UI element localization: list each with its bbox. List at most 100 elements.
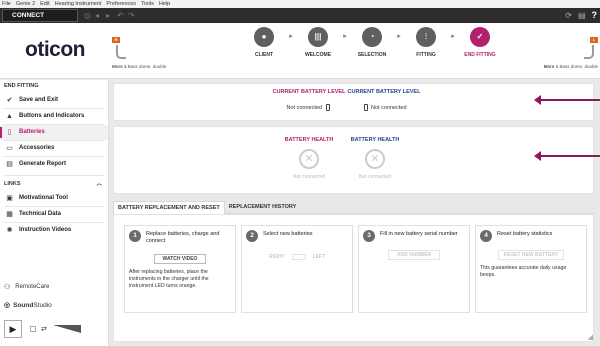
left-battery-health: BATTERY HEALTH ✕ Not connected <box>340 137 410 180</box>
sidebar-link-technical[interactable]: ▦ Technical Data <box>0 207 108 222</box>
right-device-model: More 1 <box>112 64 127 69</box>
soundstudio-rest: Studio <box>33 301 52 309</box>
battery-icon <box>325 104 330 111</box>
sidebar-item-save-exit[interactable]: ✔ Save and Exit <box>0 93 108 108</box>
workflow-label: WELCOME <box>304 52 332 58</box>
connect-button[interactable]: CONNECT <box>2 9 78 22</box>
sidebar-item-buttons[interactable]: ▲ Buttons and Indicators <box>0 109 108 124</box>
left-badge: L <box>590 37 598 43</box>
replacement-body: 1 Replace batteries, charge and connect … <box>113 214 594 342</box>
workflow-label: SELECTION <box>357 52 387 58</box>
workflow-end-fitting[interactable]: ✓ END FITTING <box>456 27 504 58</box>
workflow-selection[interactable]: ◔ SELECTION <box>348 27 396 58</box>
sidebar-item-batteries[interactable]: ▯ Batteries <box>0 125 108 140</box>
sidebar-item-label: Generate Report <box>19 161 67 167</box>
right-device-label: More 1 Bass dome, double <box>112 64 166 69</box>
step-title: Replace batteries, charge and connect <box>146 231 220 245</box>
undo-icon[interactable]: ↶ <box>117 10 128 21</box>
sidebar-item-label: Buttons and Indicators <box>19 113 85 119</box>
welcome-icon: ||| <box>308 27 328 47</box>
right-badge: R <box>112 37 120 43</box>
menu-tools[interactable]: Tools <box>141 0 154 8</box>
checkmark-icon: ✔ <box>6 97 13 104</box>
device-hook-icon <box>116 45 126 59</box>
left-battery-level-title: CURRENT BATTERY LEVEL <box>347 89 421 95</box>
fitting-icon: ⫶ <box>416 27 436 47</box>
check-icon: ✓ <box>470 27 490 47</box>
battery-side-selector: RIGHT LEFT <box>246 254 348 260</box>
tab-replacement-history[interactable]: REPLACEMENT HISTORY <box>225 201 301 214</box>
left-health-status: Not connected <box>358 174 392 180</box>
left-battery-status: Not connected <box>339 104 429 111</box>
menu-edit[interactable]: Edit <box>40 0 49 8</box>
add-number-button[interactable]: ADD NUMBER <box>388 250 440 260</box>
play-icon[interactable]: ▸ <box>106 10 117 21</box>
menu-bar: File Genie 2 Edit Hearing Instrument Pre… <box>0 0 600 8</box>
side-toggle[interactable] <box>291 254 306 260</box>
right-device-dome: Bass dome, double <box>127 64 167 69</box>
left-option[interactable]: LEFT <box>313 254 326 260</box>
hearing-icon[interactable]: ◎ <box>84 10 95 21</box>
sidebar-item-report[interactable]: ▤ Generate Report <box>0 157 108 172</box>
workflow-welcome[interactable]: ||| WELCOME <box>294 27 342 58</box>
links-title[interactable]: LINKS ︿ <box>0 178 108 191</box>
menu-file[interactable]: File <box>2 0 11 8</box>
redo-icon[interactable]: ↷ <box>128 10 139 21</box>
loop-icon[interactable]: ⇄ <box>41 325 47 333</box>
right-battery-status-text: Not connected <box>286 104 322 111</box>
help-icon[interactable]: ? <box>592 10 598 21</box>
stop-icon[interactable] <box>30 326 36 332</box>
battery-icon: ▯ <box>7 129 12 136</box>
menu-preferences[interactable]: Preferences <box>106 0 136 8</box>
right-option[interactable]: RIGHT <box>269 254 285 260</box>
workflow-label: CLIENT <box>254 52 274 58</box>
battery-level-panel: CURRENT BATTERY LEVEL Not connected CURR… <box>113 83 594 121</box>
play-icon[interactable]: ▶ <box>4 320 22 338</box>
volume-slider[interactable] <box>52 325 81 333</box>
sidebar-item-label: Accessories <box>19 145 55 151</box>
speaker-icon[interactable]: ◂ <box>95 10 106 21</box>
sidebar-item-accessories[interactable]: ▭ Accessories <box>0 141 108 156</box>
technical-icon: ▦ <box>6 211 13 218</box>
sidebar-link-motivational[interactable]: ▣ Motivational Tool <box>0 191 108 206</box>
close-circle-icon: ✕ <box>365 149 385 169</box>
device-hook-icon <box>584 45 594 59</box>
sync-icon[interactable]: ⟳ <box>565 10 572 21</box>
sidebar-link-videos[interactable]: ✺ Instruction Videos <box>0 223 108 238</box>
step-title: Reset battery statistics <box>497 231 553 237</box>
menu-genie[interactable]: Genie 2 <box>16 0 35 8</box>
step-number: 1 <box>129 230 141 242</box>
end-fitting-title: END FITTING <box>4 83 39 89</box>
toolbar: CONNECT ◎ ◂ ▸ ↶ ↷ ⟳ ▤ ? <box>0 8 600 23</box>
watch-video-button[interactable]: WATCH VIDEO <box>154 253 206 264</box>
motivational-icon: ▣ <box>6 195 13 202</box>
step-card-replace: 1 Replace batteries, charge and connect … <box>124 225 236 313</box>
left-battery-level: CURRENT BATTERY LEVEL Not connected <box>339 89 429 111</box>
left-device-label: More 1 Bass dome, double <box>544 64 598 69</box>
document-icon[interactable]: ▤ <box>578 10 586 21</box>
replacement-panel: BATTERY REPLACEMENT AND RESET REPLACEMEN… <box>113 201 594 342</box>
workflow-client[interactable]: ● CLIENT <box>240 27 288 58</box>
sidebar-item-label: Technical Data <box>19 211 61 217</box>
remotecare-link[interactable]: ⚇ RemoteCare <box>4 283 49 291</box>
left-battery-status-text: Not connected <box>371 104 407 111</box>
tab-replacement-reset[interactable]: BATTERY REPLACEMENT AND RESET <box>113 201 225 214</box>
buttons-icon: ▲ <box>6 113 13 120</box>
left-device-dome: Bass dome, double <box>559 64 598 69</box>
client-icon: ● <box>254 27 274 47</box>
report-icon: ▤ <box>6 161 13 168</box>
close-circle-icon: ✕ <box>299 149 319 169</box>
workflow-fitting[interactable]: ⫶ FITTING <box>402 27 450 58</box>
step-card-select: 2 Select new batteries RIGHT LEFT <box>241 225 353 313</box>
remotecare-icon: ⚇ <box>4 284 11 291</box>
resize-handle-icon[interactable]: ◢ <box>588 333 593 341</box>
menu-hearing-instrument[interactable]: Hearing Instrument <box>55 0 102 8</box>
header: oticon R More 1 Bass dome, double ● CLIE… <box>0 23 600 79</box>
sidebar-item-label: Motivational Tool <box>19 195 68 201</box>
oticon-logo: oticon <box>25 38 86 61</box>
remotecare-label: RemoteCare <box>15 284 50 290</box>
left-battery-health-title: BATTERY HEALTH <box>350 137 400 143</box>
step-title: Fill in new battery serial number <box>380 231 458 237</box>
reset-battery-button[interactable]: RESET NEW BATTERY <box>498 250 564 260</box>
menu-help[interactable]: Help <box>159 0 170 8</box>
